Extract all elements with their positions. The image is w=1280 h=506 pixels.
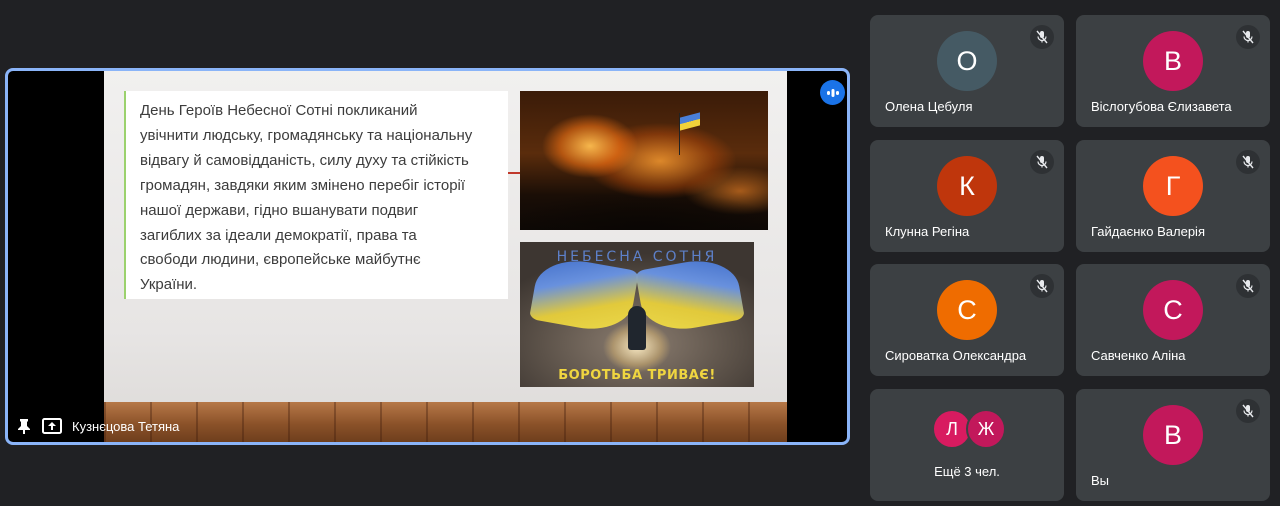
participant-tile[interactable]: В Віслогубова Єлизавета	[1076, 15, 1270, 127]
mic-off-icon	[1030, 25, 1054, 49]
angel-wing-left	[529, 253, 639, 337]
maidan-photo	[520, 91, 768, 230]
mic-off-icon	[1236, 399, 1260, 423]
mic-off-icon	[1236, 150, 1260, 174]
participant-name: Віслогубова Єлизавета	[1091, 99, 1232, 114]
angel-figure	[628, 306, 646, 350]
slide-text-line: свободи людини, європейське майбутнє	[140, 251, 421, 269]
mic-off-icon	[1236, 25, 1260, 49]
participant-tile[interactable]: С Сироватка Олександра	[870, 264, 1064, 376]
participant-tile[interactable]: К Клунна Регіна	[870, 140, 1064, 252]
slide-text-line: нашої держави, гідно вшанувати подвиг	[140, 201, 419, 219]
ukraine-flag-icon	[680, 112, 700, 131]
mic-off-icon	[1236, 274, 1260, 298]
slide-text-line: громадян, завдяки яким змінено перебіг і…	[140, 176, 466, 194]
others-tile[interactable]: Л Ж Ещё 3 чел.	[870, 389, 1064, 501]
participant-tile[interactable]: С Савченко Аліна	[1076, 264, 1270, 376]
avatar: В	[1143, 31, 1203, 91]
poster-title: НЕБЕСНА СОТНЯ	[556, 249, 718, 265]
wooden-floor	[104, 402, 787, 442]
slide-text-line: День Героїв Небесної Сотні покликаний	[140, 102, 418, 119]
participant-tile[interactable]: Г Гайдаєнко Валерія	[1076, 140, 1270, 252]
slide: День Героїв Небесної Сотні покликаний ув…	[104, 71, 787, 442]
slide-text-line: відвагу й самовідданість, силу духу та с…	[140, 151, 469, 169]
present-screen-icon[interactable]	[42, 418, 62, 434]
avatar: В	[1143, 405, 1203, 465]
others-count-label: Ещё 3 чел.	[934, 464, 1000, 479]
slide-text-box: День Героїв Небесної Сотні покликаний ув…	[124, 91, 508, 299]
participant-tile[interactable]: О Олена Цебуля	[870, 15, 1064, 127]
crowd-silhouette	[520, 170, 768, 230]
avatar: Ж	[966, 409, 1006, 449]
angel-wing-right	[635, 253, 745, 337]
avatar: С	[1143, 280, 1203, 340]
self-tile[interactable]: В Вы	[1076, 389, 1270, 501]
presenter-name: Кузнєцова Тетяна	[72, 418, 180, 434]
more-options-icon[interactable]	[820, 80, 845, 105]
poster-slogan: БОРОТЬБА ТРИВАЄ!	[558, 368, 716, 383]
participant-name: Олена Цебуля	[885, 99, 973, 114]
mic-off-icon	[1030, 274, 1054, 298]
participant-name: Гайдаєнко Валерія	[1091, 224, 1205, 239]
self-name: Вы	[1091, 473, 1110, 488]
avatar: Г	[1143, 156, 1203, 216]
presenter-footer: Кузнєцова Тетяна	[16, 418, 179, 434]
avatar: К	[937, 156, 997, 216]
slide-text-line: загиблих за ідеали демократії, права та	[140, 226, 417, 244]
slide-text-line: увічнити людську, громадянську та націон…	[140, 126, 473, 144]
mic-off-icon	[1030, 150, 1054, 174]
avatar: С	[937, 280, 997, 340]
participant-name: Клунна Регіна	[885, 224, 970, 239]
avatar: О	[937, 31, 997, 91]
others-avatars: Л Ж	[932, 409, 1006, 449]
presentation-tile[interactable]: День Героїв Небесної Сотні покликаний ув…	[5, 68, 850, 445]
pin-icon[interactable]	[16, 418, 32, 434]
heavenly-hundred-poster: НЕБЕСНА СОТНЯ БОРОТЬБА ТРИВАЄ!	[520, 242, 754, 387]
participant-name: Сироватка Олександра	[885, 348, 1027, 363]
slide-text-line: України.	[140, 276, 198, 294]
participant-name: Савченко Аліна	[1091, 348, 1186, 363]
